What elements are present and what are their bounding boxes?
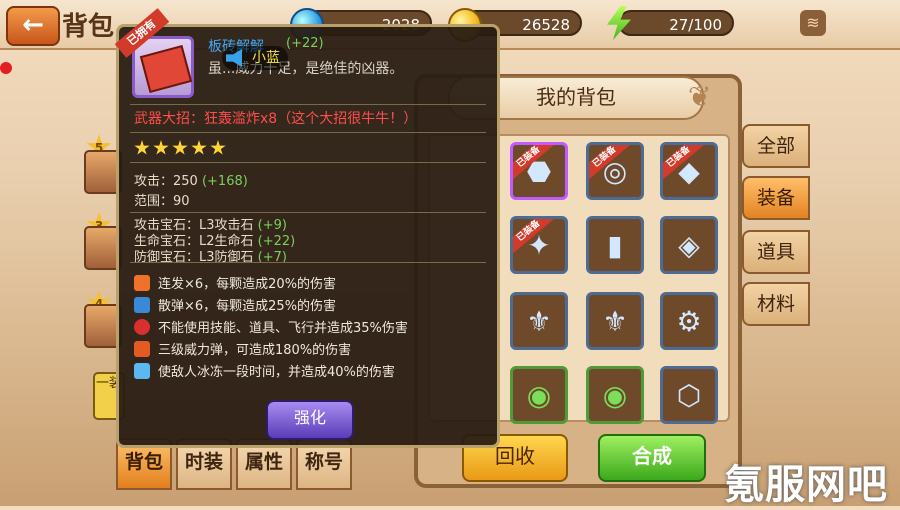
bag-slot[interactable]: ⬣ 已装备 <box>510 142 568 200</box>
energy-count: 27/100 <box>669 16 722 34</box>
category-tab-items[interactable]: 道具 <box>742 230 810 274</box>
chat-text: 小蓝 <box>252 50 280 66</box>
category-tab-all[interactable]: 全部 <box>742 124 810 168</box>
notification-dot <box>0 62 12 74</box>
bag-slot[interactable]: ◈ <box>660 216 718 274</box>
silence-magnet-icon <box>134 318 150 335</box>
strengthen-button[interactable]: 强化 <box>266 400 354 440</box>
shuriken-icon: ◈ <box>678 228 700 262</box>
energy-counter: 27/100 <box>618 10 734 36</box>
star-icon <box>210 140 226 155</box>
attack-bonus: (+168) <box>201 174 248 189</box>
watermark: 氪服网吧 <box>724 462 888 508</box>
skill-text: 不能使用技能、道具、飞行并造成35%伤害 <box>158 321 408 336</box>
emerald-ring-icon: ◉ <box>526 378 552 412</box>
wifi-icon: ≋ <box>800 10 826 36</box>
star-icon <box>172 140 188 155</box>
star-icon <box>134 140 150 155</box>
range-stat: 范围：90 <box>134 194 190 209</box>
skill-row: 连发×6，每颗造成20%的伤害 <box>134 272 336 292</box>
skill-text: 连发×6，每颗造成20%的伤害 <box>158 277 337 292</box>
star-rating <box>134 140 229 160</box>
cannon-icon: ▮ <box>607 228 623 262</box>
bag-slot[interactable]: ⚙ <box>660 292 718 350</box>
skill-text: 三级威力弹，可造成180%的伤害 <box>158 343 352 358</box>
power-bomb-icon <box>134 340 150 357</box>
attack-stat: 攻击：250 (+168) <box>134 170 248 189</box>
page-title: 背包 <box>62 12 115 42</box>
bag-slot[interactable]: ◉ <box>586 366 644 424</box>
bag-slot[interactable]: ✦ 已装备 <box>510 216 568 274</box>
divider <box>130 262 486 263</box>
combine-button[interactable]: 合成 <box>598 434 706 482</box>
back-button[interactable]: ← <box>6 6 60 46</box>
bag-slot[interactable]: ◆ 已装备 <box>660 142 718 200</box>
skill-row: 不能使用技能、道具、飞行并造成35%伤害 <box>134 316 408 336</box>
sapphire-ring-icon: ⬡ <box>676 378 702 412</box>
star-icon <box>153 140 169 155</box>
divider <box>130 132 486 133</box>
skill-row: 散弹×6，每颗造成25%的伤害 <box>134 294 336 314</box>
emerald-ring-icon: ◉ <box>602 378 628 412</box>
skill-row: 三级威力弹，可造成180%的伤害 <box>134 338 351 358</box>
item-enhance-level: (+22) <box>286 36 324 51</box>
divider <box>130 104 486 105</box>
burst-fire-icon <box>134 274 150 291</box>
bag-slot[interactable]: ⬡ <box>660 366 718 424</box>
freeze-icon <box>134 362 150 379</box>
skill-text: 散弹×6，每颗造成25%的伤害 <box>158 299 337 314</box>
dark-wing-icon: ⚙ <box>676 304 702 338</box>
divider <box>130 162 486 163</box>
coin-count: 26528 <box>522 16 570 34</box>
attack-value: 攻击：250 <box>134 174 198 189</box>
skill-text: 使敌人冰冻一段时间，并造成40%的伤害 <box>158 365 395 380</box>
weapon-ultimate: 武器大招：狂轰滥炸x8（这个大招很牛牛！） <box>134 111 418 127</box>
bag-slot[interactable]: ⚜ <box>586 292 644 350</box>
ornament-icon: ❦ <box>688 80 712 113</box>
bag-slot[interactable]: ◉ <box>510 366 568 424</box>
back-arrow-icon: ← <box>22 10 44 40</box>
category-tab-materials[interactable]: 材料 <box>742 282 810 326</box>
star-icon <box>191 140 207 155</box>
wing-icon: ⚜ <box>526 304 552 338</box>
bag-slot[interactable]: ▮ <box>586 216 644 274</box>
scatter-shot-icon <box>134 296 150 313</box>
bag-slot[interactable]: ◎ 已装备 <box>586 142 644 200</box>
bag-slot[interactable]: ⚜ <box>510 292 568 350</box>
skill-row: 使敌人冰冻一段时间，并造成40%的伤害 <box>134 360 395 380</box>
wing-icon: ⚜ <box>602 304 628 338</box>
divider <box>130 212 486 213</box>
category-tab-equipment[interactable]: 装备 <box>742 176 810 220</box>
